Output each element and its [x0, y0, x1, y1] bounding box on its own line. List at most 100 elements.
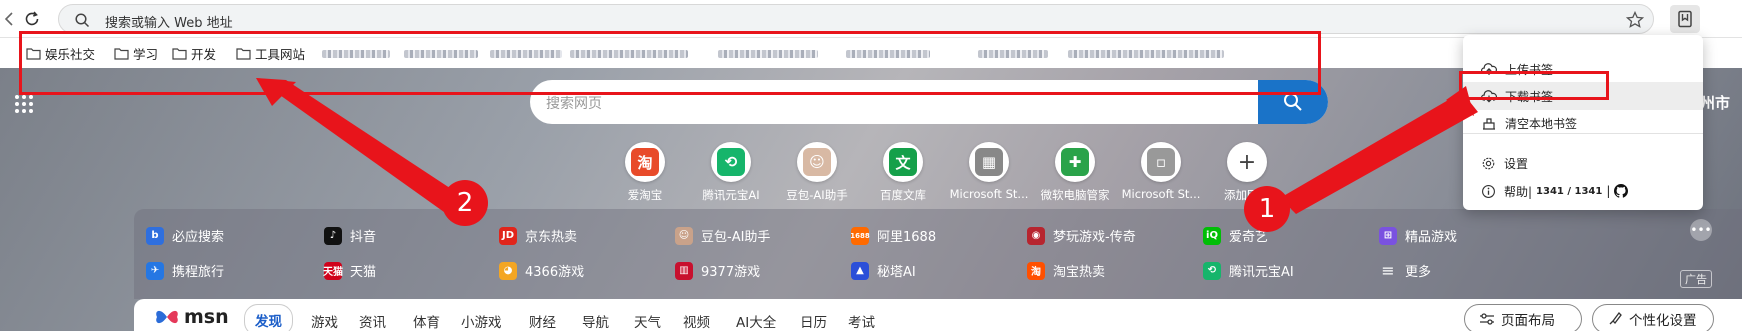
doubao-icon: ☺	[797, 142, 837, 182]
top-site-tile[interactable]: ▫ Microsoft St...	[1118, 142, 1204, 203]
help-label: 帮助|	[1504, 184, 1533, 199]
msn-nav-tab[interactable]: 视频	[683, 311, 710, 331]
apps-launcher-icon[interactable]	[14, 94, 34, 118]
alibaba1688-icon: 1688	[850, 226, 870, 245]
quick-link[interactable]: b 必应搜索	[146, 226, 224, 245]
blurred-bookmark[interactable]	[978, 50, 1048, 58]
page-layout-button[interactable]: 页面布局	[1464, 304, 1582, 331]
quick-link[interactable]: JD 京东热卖	[499, 226, 577, 245]
top-site-tile[interactable]: 文百度文库	[860, 142, 946, 203]
game-icon: ◉	[1027, 226, 1045, 245]
msn-nav-tab[interactable]: 天气	[634, 311, 661, 331]
menu-item-label: 上传书签	[1505, 62, 1554, 77]
github-icon[interactable]	[1614, 184, 1629, 198]
top-site-tile[interactable]: ⟲ 腾讯元宝AI	[688, 142, 774, 203]
msn-nav-tab[interactable]: 游戏	[311, 311, 338, 331]
quick-link[interactable]: ⊞ 精品游戏	[1379, 226, 1457, 245]
quick-link[interactable]: ▥ 9377游戏	[675, 261, 760, 280]
yuanbao-icon: ⟲	[1203, 261, 1221, 280]
quick-link-label: 梦玩游戏-传奇	[1053, 230, 1136, 245]
top-site-tile[interactable]: + 添加网站	[1204, 142, 1290, 203]
blurred-bookmark[interactable]	[570, 50, 688, 58]
top-site-label: Microsoft St...	[1121, 187, 1201, 201]
blurred-bookmark[interactable]	[490, 50, 562, 58]
quick-link[interactable]: ▲ 秘塔AI	[851, 261, 916, 280]
quick-link[interactable]: ☺ 豆包-AI助手	[675, 226, 770, 245]
folder-icon	[114, 48, 129, 60]
search-placeholder: 搜索网页	[546, 96, 602, 112]
add-site-icon: +	[1227, 142, 1267, 182]
folder-icon	[172, 48, 187, 60]
back-icon[interactable]	[2, 9, 16, 29]
bookmark-folder-tools[interactable]: 工具网站	[236, 44, 305, 63]
top-site-tile[interactable]: ✚ 微软电脑管家	[1032, 142, 1118, 203]
top-site-tile[interactable]: ▦ Microsoft St...	[946, 142, 1032, 203]
blurred-bookmark[interactable]	[322, 50, 390, 58]
msn-feed-bar: msn 发现 游戏 资讯 体育 小游戏 财经 导航 天气 视频 AI大全 日历 考试 页面布局 个性化…	[134, 299, 1742, 331]
quick-link[interactable]: ♪ 抖音	[324, 226, 376, 245]
menu-upload-bookmarks[interactable]: 上传书签	[1463, 55, 1703, 83]
top-site-tile[interactable]: ☺ 豆包-AI助手	[774, 142, 860, 203]
tmall-icon: 天猫	[323, 261, 343, 280]
quick-link-label: 爱奇艺	[1229, 230, 1269, 245]
msn-nav-tab[interactable]: 导航	[582, 311, 609, 331]
more-options-icon[interactable]: •••	[1690, 219, 1712, 241]
iqiyi-icon: iQ	[1203, 226, 1221, 245]
help-separator: |	[1606, 184, 1611, 198]
menu-help[interactable]: 帮助| 1341 / 1341 |	[1463, 177, 1703, 205]
personalize-button[interactable]: 个性化设置	[1592, 304, 1714, 331]
msn-nav-tab[interactable]: AI大全	[736, 311, 776, 331]
bing-icon: b	[146, 226, 164, 245]
msn-nav-tab[interactable]: 资讯	[359, 311, 386, 331]
quick-link[interactable]: ≡ 更多	[1379, 261, 1431, 280]
bookmark-folder-dev[interactable]: 开发	[172, 44, 216, 63]
msn-logo[interactable]: msn	[154, 305, 229, 329]
web-search-box[interactable]: 搜索网页	[530, 80, 1328, 124]
douyin-icon: ♪	[324, 226, 342, 245]
add-favorite-icon[interactable]	[1625, 10, 1645, 30]
bookmark-folder-entertainment[interactable]: 娱乐社交	[26, 44, 95, 63]
taobao-icon: 淘	[625, 142, 665, 182]
top-site-label: 添加网站	[1224, 188, 1270, 202]
bookmark-sync-extension-button[interactable]	[1670, 5, 1700, 33]
quick-link-label: 阿里1688	[877, 230, 937, 245]
msn-nav-tab[interactable]: 小游戏	[461, 311, 502, 331]
weather-city-label[interactable]: 州市	[1700, 92, 1730, 113]
msn-nav-tab[interactable]: 体育	[413, 311, 440, 331]
search-button[interactable]	[1258, 80, 1328, 124]
quick-link-label: 腾讯元宝AI	[1229, 265, 1294, 280]
page-layout-label: 页面布局	[1501, 313, 1555, 329]
msn-nav-tab[interactable]: 日历	[800, 311, 827, 331]
quick-link[interactable]: iQ 爱奇艺	[1203, 226, 1268, 245]
menu-download-bookmarks[interactable]: 下载书签	[1463, 82, 1703, 110]
quick-link[interactable]: ✈ 携程旅行	[146, 261, 224, 280]
bookmark-label: 开发	[191, 47, 217, 62]
address-bar[interactable]: 搜索或输入 Web 地址	[58, 4, 1654, 34]
quick-link[interactable]: 淘淘宝热卖	[1027, 261, 1105, 280]
quick-link[interactable]: 1688 阿里1688	[850, 226, 937, 245]
quick-link-label: 4366游戏	[525, 265, 585, 280]
quick-link[interactable]: 天猫 天猫	[323, 261, 376, 280]
top-site-label: 百度文库	[880, 188, 926, 202]
quick-link[interactable]: ◕ 4366游戏	[499, 261, 584, 280]
quick-link-label: 淘宝热卖	[1053, 265, 1106, 280]
quick-link[interactable]: ⟲ 腾讯元宝AI	[1203, 261, 1294, 280]
menu-settings[interactable]: 设置	[1463, 149, 1703, 177]
msn-nav-tab[interactable]: 考试	[848, 311, 875, 331]
refresh-icon[interactable]	[20, 7, 44, 31]
blurred-bookmark[interactable]	[718, 50, 818, 58]
menu-item-label: 下载书签	[1505, 89, 1554, 104]
blurred-bookmark[interactable]	[1068, 50, 1224, 58]
blurred-bookmark[interactable]	[404, 50, 478, 58]
gamepad-icon: ⊞	[1379, 226, 1397, 245]
brush-icon	[1609, 312, 1622, 325]
bookmark-label: 娱乐社交	[45, 47, 96, 62]
msn-nav-tab[interactable]: 财经	[529, 311, 556, 331]
bookmark-label: 工具网站	[255, 47, 306, 62]
quick-links-panel	[134, 209, 1742, 299]
top-site-tile[interactable]: 淘爱淘宝	[602, 142, 688, 203]
msn-nav-tab[interactable]: 发现	[244, 304, 293, 331]
blurred-bookmark[interactable]	[846, 50, 930, 58]
quick-link[interactable]: ◉ 梦玩游戏-传奇	[1027, 226, 1136, 245]
bookmark-folder-study[interactable]: 学习	[114, 44, 158, 63]
